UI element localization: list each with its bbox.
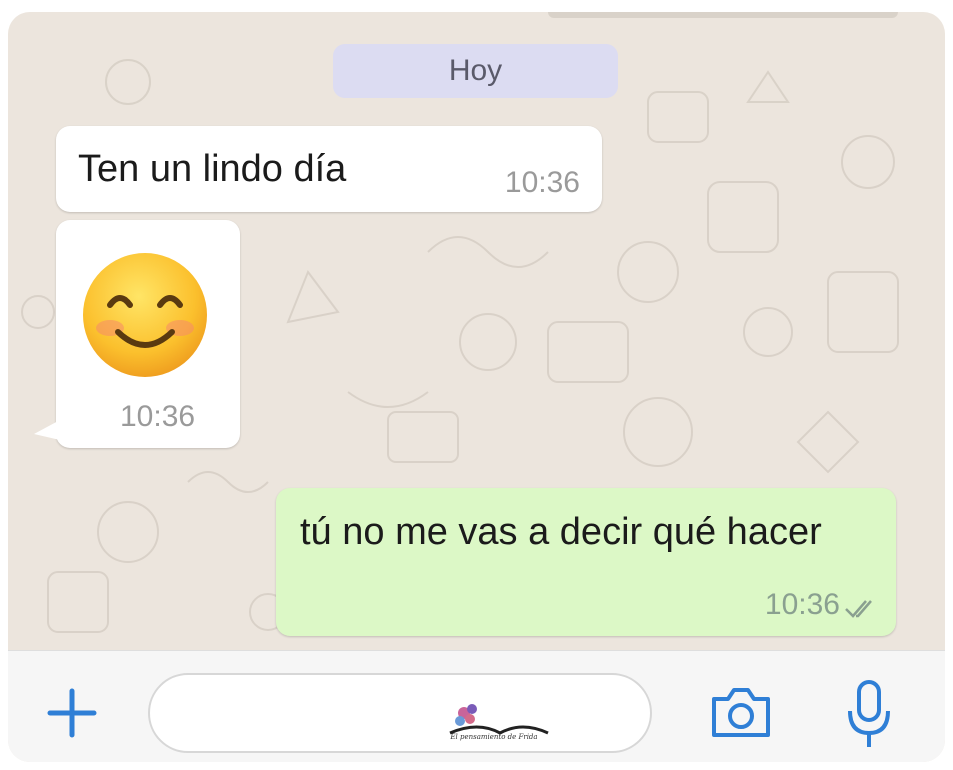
- smiling-face-icon: [83, 253, 207, 377]
- message-time: 10:36: [764, 588, 840, 621]
- double-check-icon: [845, 600, 872, 618]
- message-time: 10:36: [504, 166, 580, 199]
- message-text: Ten un lindo día: [78, 148, 347, 190]
- chat-window: Hoy Ten un lindo día 10:36 10:36 tú no m…: [8, 12, 945, 762]
- message-bubble-incoming[interactable]: Ten un lindo día 10:36: [56, 126, 602, 212]
- microphone-icon[interactable]: [846, 679, 892, 751]
- input-bar: El pensamiento de Frida: [8, 650, 945, 762]
- bubble-tail: [34, 420, 60, 440]
- plus-icon[interactable]: [46, 687, 98, 739]
- message-bubble-outgoing[interactable]: tú no me vas a decir qué hacer 10:36: [276, 488, 896, 636]
- camera-icon[interactable]: [708, 683, 774, 741]
- message-text: tú no me vas a decir qué hacer: [300, 511, 822, 553]
- top-edge-shadow: [548, 12, 898, 18]
- watermark-text: El pensamiento de Frida: [450, 733, 538, 741]
- message-input[interactable]: El pensamiento de Frida: [148, 673, 652, 753]
- watermark-logo: [449, 704, 549, 735]
- date-divider: Hoy: [333, 44, 618, 98]
- message-bubble-incoming-emoji[interactable]: 10:36: [34, 220, 240, 448]
- message-time: 10:36: [120, 400, 196, 433]
